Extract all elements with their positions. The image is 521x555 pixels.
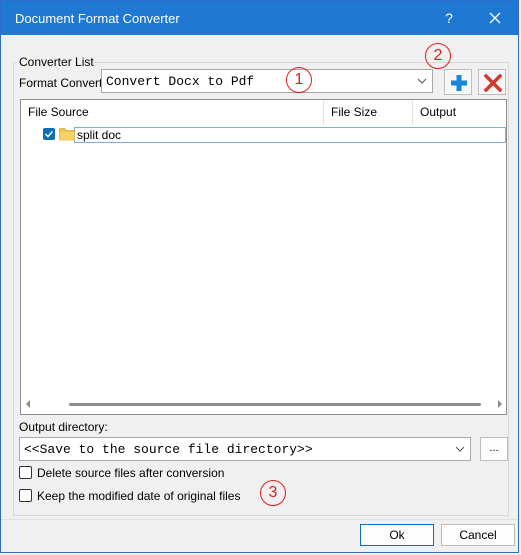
file-list[interactable]: File Source File Size Output split doc [20,99,507,415]
delete-source-checkbox[interactable] [19,466,32,479]
row-checkbox[interactable] [43,128,55,140]
help-button[interactable]: ? [429,1,469,35]
cancel-button[interactable]: Cancel [441,524,515,546]
annotation-1: 1 [286,67,312,93]
folder-icon [59,128,75,141]
close-button[interactable] [473,1,517,35]
format-convert-label: Format Convert [19,76,103,90]
ok-button[interactable]: Ok [360,524,434,546]
remove-converter-button[interactable] [478,69,506,95]
delete-source-label: Delete source files after conversion [37,466,225,480]
checkmark-icon [44,130,54,138]
list-item-selection[interactable] [74,127,506,143]
annotation-3: 3 [260,480,286,506]
x-icon [484,74,502,92]
chevron-down-icon [455,446,465,452]
format-convert-select[interactable]: Convert Docx to Pdf [101,69,433,93]
keep-modified-date-label: Keep the modified date of original files [37,489,241,503]
footer-divider [1,519,518,520]
horizontal-scrollbar[interactable] [69,403,481,406]
window-title: Document Format Converter [15,11,180,26]
converter-dialog: Document Format Converter ? Converter Li… [0,0,519,553]
column-header-output[interactable]: Output [413,100,506,125]
format-convert-value: Convert Docx to Pdf [106,74,255,89]
output-directory-select[interactable]: <<Save to the source file directory>> [19,437,471,461]
chevron-down-icon [417,78,427,84]
annotation-2: 2 [425,43,451,69]
plus-icon [451,75,467,91]
title-bar: Document Format Converter ? [1,1,518,35]
output-directory-value: <<Save to the source file directory>> [24,442,313,457]
output-directory-label: Output directory: [19,420,108,434]
column-header-file-size[interactable]: File Size [324,100,412,125]
converter-list-title: Converter List [19,55,94,69]
add-converter-button[interactable] [444,69,472,95]
keep-modified-date-checkbox[interactable] [19,489,32,502]
scroll-right-icon[interactable] [497,400,503,408]
scroll-left-icon[interactable] [25,400,31,408]
list-item-name: split doc [77,128,122,142]
browse-button[interactable]: ... [480,437,508,461]
column-header-file-source[interactable]: File Source [21,100,323,125]
close-icon [489,12,501,24]
